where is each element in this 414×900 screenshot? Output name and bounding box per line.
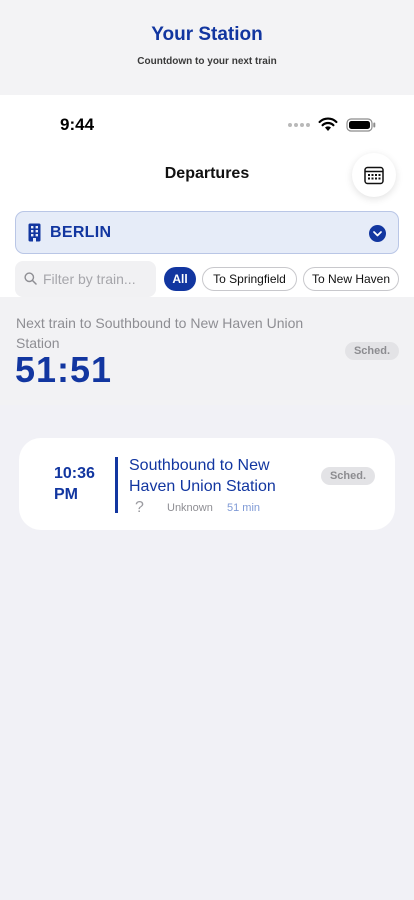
wifi-icon [318,117,338,131]
departure-destination: Southbound to New Haven Union Station [129,457,276,495]
calendar-button[interactable] [352,153,396,197]
search-icon [24,272,37,285]
filter-row: All To Springfield To New Haven [15,261,414,297]
departure-card[interactable]: 10:36 PM Southbound to New Haven Union S… [19,438,395,530]
next-train-label: Next train to Southbound to New Haven Un… [16,315,304,351]
calendar-icon [364,166,384,184]
status-badge: Sched. [321,467,375,485]
filter-chip-to-springfield[interactable]: To Springfield [202,267,297,291]
promo-subtitle: Countdown to your next train [137,56,277,67]
filter-chip-all[interactable]: All [164,267,196,291]
station-picker[interactable]: BERLIN [15,211,399,254]
countdown-timer: 51:51 [15,349,113,390]
filter-chip-to-new-haven[interactable]: To New Haven [303,267,399,291]
building-icon [28,223,41,242]
search-input[interactable] [43,261,153,297]
train-number: Unknown [167,502,213,514]
station-name: BERLIN [50,224,112,241]
departure-meta: ? Unknown 51 min [135,499,260,517]
signal-icon [288,122,310,127]
minutes-until: 51 min [227,502,261,514]
battery-icon [346,117,376,132]
chevron-down-icon [369,225,386,242]
app-header: 9:44 Departures BERLIN Filter by train..… [0,95,414,297]
track-number: ? [135,499,144,516]
promo-title: Your Station [151,24,263,45]
status-time: 9:44 [60,115,95,134]
status-badge: Sched. [345,342,399,360]
status-icons [288,117,376,132]
next-train-section: Next train to Southbound to New Haven Un… [0,297,414,405]
search-box [15,261,156,297]
accent-bar [115,457,118,513]
departure-time: 10:36 PM [54,465,95,503]
promo-header: Your Station Countdown to your next trai… [0,0,414,95]
